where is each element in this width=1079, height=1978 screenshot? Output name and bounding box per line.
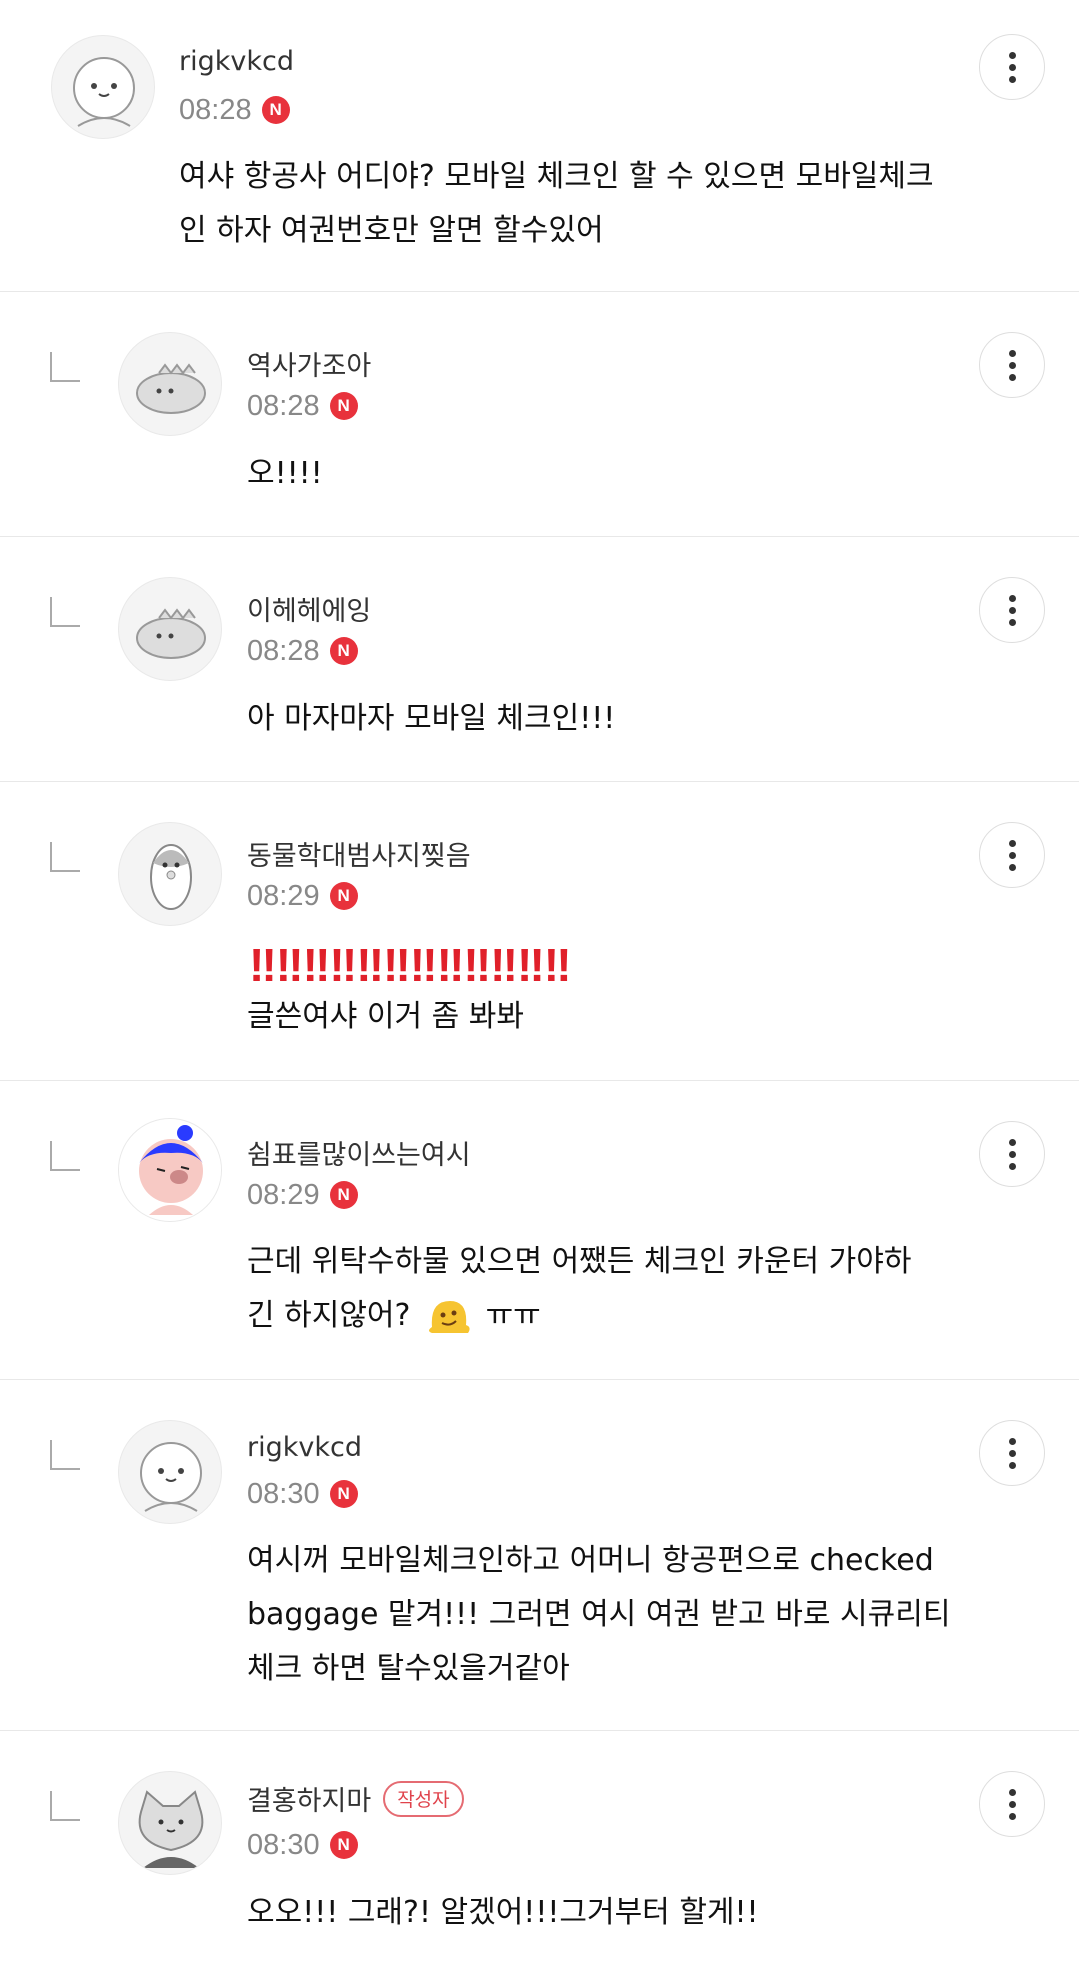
double-exclamation-emoji-row: ‼ ‼ ‼ ‼ ‼ ‼ ‼ ‼ ‼ ‼ ‼ ‼: [249, 939, 572, 991]
author-badge: 작성자: [383, 1780, 464, 1817]
double-exclamation-emoji: ‼: [275, 939, 304, 991]
reply-arrow-icon: [50, 597, 80, 627]
avatar[interactable]: [118, 822, 222, 926]
comment-time: 08:28: [179, 93, 252, 126]
comment-meta: 08:28 N: [247, 634, 358, 668]
new-badge-icon: N: [329, 1480, 358, 1508]
reply-arrow-icon: [50, 1141, 80, 1171]
comment-line: 글쓴여샤 이거 좀 봐봐: [247, 999, 525, 1034]
avatar[interactable]: [118, 1420, 222, 1524]
melting-face-emoji: [429, 1300, 470, 1333]
comment-author[interactable]: rigkvkcd: [179, 46, 294, 77]
more-vertical-icon[interactable]: [979, 1771, 1045, 1837]
reply-item: rigkvkcd 08:30 N 여시꺼 모바일체크인하고 어머니 항공편으로 …: [0, 1380, 1079, 1731]
comment-line: 여샤 항공사 어디야? 모바일 체크인 할 수 있으면 모바일체크: [179, 159, 934, 194]
avatar[interactable]: [51, 35, 155, 139]
new-badge-icon: N: [329, 637, 358, 665]
reply-item: 결홍하지마 작성자 08:30 N 오오!!! 그래?! 알겠어!!!그거부터 …: [0, 1731, 1079, 1978]
reply-item: 역사가조아 08:28 N 오!!!!: [0, 292, 1079, 537]
comment-body: 여시꺼 모바일체크인하고 어머니 항공편으로 checked baggage 맡…: [247, 1534, 950, 1696]
double-exclamation-emoji: ‼: [409, 939, 438, 991]
new-badge-icon: N: [329, 1831, 358, 1859]
comment-time: 08:28: [247, 389, 320, 422]
comment-line: 아 마자마자 모바일 체크인!!!: [247, 701, 616, 736]
double-exclamation-emoji: ‼: [302, 939, 331, 991]
avatar[interactable]: [118, 332, 222, 436]
comment-time: 08:28: [247, 634, 320, 667]
comment-line: 오오!!! 그래?! 알겠어!!!그거부터 할게!!: [247, 1895, 759, 1930]
comment-line-text: 긴 하지않어?: [247, 1298, 411, 1333]
new-badge-icon: N: [329, 392, 358, 420]
comment-line: 오!!!!: [247, 456, 323, 491]
reply-arrow-icon: [50, 1791, 80, 1821]
double-exclamation-emoji: ‼: [249, 939, 277, 991]
comment-line: 인 하자 여권번호만 알면 할수있어: [179, 213, 604, 248]
double-exclamation-emoji: ‼: [543, 939, 572, 991]
comment-line: 긴 하지않어? ㅠㅠ: [247, 1289, 911, 1343]
double-exclamation-emoji: ‼: [490, 939, 518, 991]
more-vertical-icon[interactable]: [979, 577, 1045, 643]
comment-author[interactable]: 쉼표를많이쓰는여시: [247, 1133, 471, 1172]
avatar[interactable]: [118, 1118, 222, 1222]
reply-arrow-icon: [50, 1440, 80, 1470]
double-exclamation-emoji: ‼: [463, 939, 491, 991]
comment-line: 여시꺼 모바일체크인하고 어머니 항공편으로 checked: [247, 1543, 934, 1578]
reply-item: 이헤헤에잉 08:28 N 아 마자마자 모바일 체크인!!!: [0, 537, 1079, 782]
comment-author[interactable]: rigkvkcd: [247, 1432, 362, 1463]
comment-line: 체크 하면 탈수있을거같아: [247, 1651, 570, 1686]
comment-item: rigkvkcd 08:28 N 여샤 항공사 어디야? 모바일 체크인 할 수…: [0, 0, 1079, 292]
reply-arrow-icon: [50, 842, 80, 872]
comment-author[interactable]: 이헤헤에잉: [247, 589, 371, 628]
new-badge-icon: N: [329, 1181, 358, 1209]
comment-time: 08:30: [247, 1828, 320, 1861]
comment-meta: 08:30 N: [247, 1477, 358, 1511]
comment-author[interactable]: 역사가조아: [247, 344, 371, 383]
double-exclamation-emoji: ‼: [516, 939, 545, 991]
double-exclamation-emoji: ‼: [382, 939, 411, 991]
comment-author-name[interactable]: 결홍하지마: [247, 1779, 371, 1818]
more-vertical-icon[interactable]: [979, 1121, 1045, 1187]
reply-item: 쉼표를많이쓰는여시 08:29 N 근데 위탁수하물 있으면 어쨌든 체크인 카…: [0, 1081, 1079, 1380]
comment-meta: 08:28 N: [179, 93, 290, 127]
more-vertical-icon[interactable]: [979, 1420, 1045, 1486]
comment-meta: 08:29 N: [247, 879, 358, 913]
comment-author[interactable]: 동물학대범사지찢음: [247, 834, 471, 873]
more-vertical-icon[interactable]: [979, 822, 1045, 888]
comment-line: baggage 맡겨!!! 그러면 여시 여권 받고 바로 시큐리티: [247, 1597, 951, 1632]
comment-body: 여샤 항공사 어디야? 모바일 체크인 할 수 있으면 모바일체크 인 하자 여…: [179, 150, 934, 258]
comment-time: 08:30: [247, 1477, 320, 1510]
comment-line-suffix: ㅠㅠ: [485, 1298, 541, 1333]
new-badge-icon: N: [261, 96, 290, 124]
double-exclamation-emoji: ‼: [356, 939, 384, 991]
comment-body: 오오!!! 그래?! 알겠어!!!그거부터 할게!!: [247, 1886, 759, 1940]
avatar[interactable]: [118, 577, 222, 681]
comment-body: 아 마자마자 모바일 체크인!!!: [247, 692, 615, 746]
comment-meta: 08:28 N: [247, 389, 358, 423]
comment-body: 글쓴여샤 이거 좀 봐봐: [247, 990, 524, 1044]
comment-author[interactable]: 결홍하지마 작성자: [247, 1779, 464, 1818]
comment-body: 오!!!!: [247, 447, 323, 501]
more-vertical-icon[interactable]: [979, 34, 1045, 100]
comment-time: 08:29: [247, 1178, 320, 1211]
double-exclamation-emoji: ‼: [329, 939, 357, 991]
new-badge-icon: N: [329, 882, 358, 910]
reply-arrow-icon: [50, 352, 80, 382]
reply-item: 동물학대범사지찢음 08:29 N ‼ ‼ ‼ ‼ ‼ ‼ ‼ ‼ ‼ ‼ ‼ …: [0, 782, 1079, 1081]
more-vertical-icon[interactable]: [979, 332, 1045, 398]
double-exclamation-emoji: ‼: [436, 939, 465, 991]
comment-line: 근데 위탁수하물 있으면 어쨌든 체크인 카운터 가야하: [247, 1244, 912, 1279]
comment-meta: 08:30 N: [247, 1828, 358, 1862]
comment-body: 근데 위탁수하물 있으면 어쨌든 체크인 카운터 가야하 긴 하지않어? ㅠㅠ: [247, 1235, 911, 1343]
comment-meta: 08:29 N: [247, 1178, 358, 1212]
avatar[interactable]: [118, 1771, 222, 1875]
comment-time: 08:29: [247, 879, 320, 912]
